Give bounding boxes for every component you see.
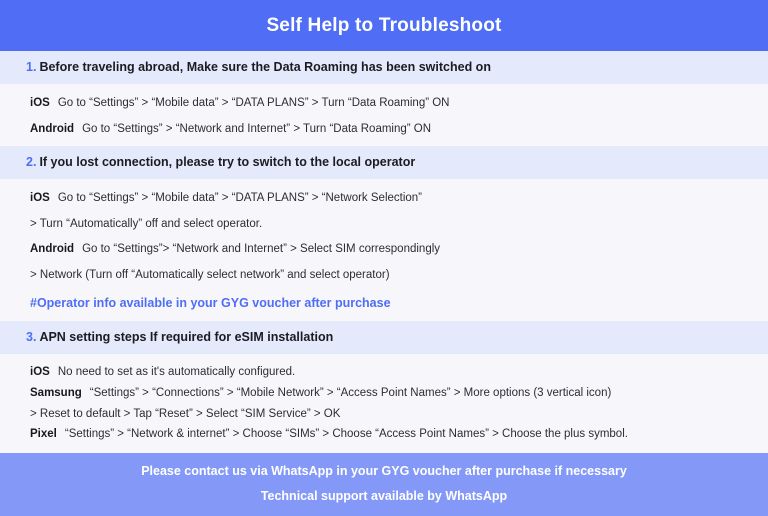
page-footer: Please contact us via WhatsApp in your G… [0,452,768,516]
os-steps-android: Go to “Settings” > “Network and Internet… [82,122,432,135]
os-label-ios: iOS [30,192,50,205]
os-steps-ios: Go to “Settings” > “Mobile data” > “DATA… [57,96,450,109]
section-2-row-android-continuation: > Network (Turn off “Automatically selec… [30,269,390,282]
os-label-android: Android [30,243,75,256]
os-label-android: Android [30,122,75,135]
section-1-heading-lead: Before traveling abroad, [39,60,184,74]
section-1: 1. Before traveling abroad, Make sure the… [0,51,768,146]
os-steps-pixel: “Settings” > “Network & internet” > Choo… [64,428,628,441]
section-1-heading: 1. Before traveling abroad, Make sure the… [0,51,768,84]
section-3-row-pixel: Pixel “Settings” > “Network & internet” >… [30,426,768,443]
os-steps-android: Go to “Settings”> “Network and Internet”… [82,243,441,256]
section-3-heading-lead: APN setting steps If required for eSIM i… [39,330,334,345]
footer-support-line: Technical support available by WhatsApp [260,489,508,504]
section-3-row-samsung: Samsung “Settings” > “Connections” > “Mob… [30,385,768,402]
section-2-number: 2. [26,155,37,170]
section-2-row-android: Android Go to “Settings”> “Network and In… [30,241,768,258]
section-3-row-samsung-continuation: > Reset to default > Tap “Reset” > Selec… [30,407,341,420]
footer-contact-line: Please contact us via WhatsApp in your G… [141,464,627,479]
page-header: Self Help to Troubleshoot [0,0,768,51]
section-1-heading-rest: Make sure the Data Roaming has been swit… [183,60,491,74]
section-3-row-ios: iOS No need to set as it's automatically … [30,364,768,381]
instructions-content: 1. Before traveling abroad, Make sure the… [0,51,768,453]
section-2-rows: iOS Go to “Settings” > “Mobile data” > “D… [0,179,768,321]
section-2-row-ios-continuation: > Turn “Automatically” off and select op… [30,217,263,230]
page-title: Self Help to Troubleshoot [266,14,502,36]
os-steps-ios: Go to “Settings” > “Mobile data” > “DATA… [57,192,423,205]
section-1-row-ios: iOS Go to “Settings” > “Mobile data” > “D… [30,95,768,112]
os-label-ios: iOS [30,96,50,109]
self-help-troubleshoot-page: Self Help to Troubleshoot 1. Before trave… [0,0,768,516]
section-3-number: 3. [26,330,37,345]
section-3: 3. APN setting steps If required for eSIM… [0,321,768,453]
section-1-rows: iOS Go to “Settings” > “Mobile data” > “D… [0,84,768,146]
section-2: 2. If you lost connection, please try to … [0,146,768,321]
section-2-row-ios: iOS Go to “Settings” > “Mobile data” > “D… [30,190,768,207]
section-3-heading: 3. APN setting steps If required for eSIM… [0,321,768,355]
section-3-rows: iOS No need to set as it's automatically … [0,354,768,453]
os-label-samsung: Samsung [30,386,82,399]
os-label-ios: iOS [30,366,50,379]
operator-info-note: #Operator info available in your GYG vou… [30,295,391,310]
section-2-heading-lead: If you lost connection, please try to sw… [39,155,416,170]
os-steps-samsung: “Settings” > “Connections” > “Mobile Net… [89,386,612,399]
section-2-heading: 2. If you lost connection, please try to … [0,146,768,180]
section-1-row-android: Android Go to “Settings” > “Network and I… [30,121,768,138]
os-steps-ios: No need to set as it's automatically con… [57,366,296,379]
section-1-number: 1. [26,60,37,74]
os-label-pixel: Pixel [30,428,57,441]
